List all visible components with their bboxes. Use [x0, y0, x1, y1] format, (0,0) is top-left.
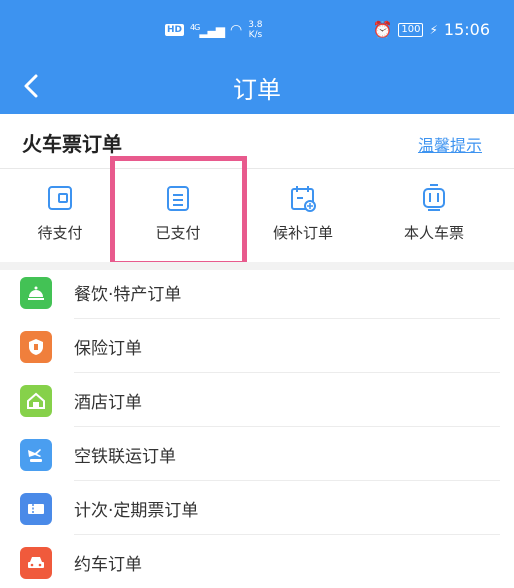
badge [20, 277, 52, 309]
list-item-periodic-ticket[interactable]: 计次·定期票订单 [0, 481, 514, 535]
tab-unpaid[interactable]: 待支付 [0, 170, 120, 260]
calendar-add-icon [291, 186, 316, 212]
car-icon [28, 557, 44, 568]
badge [20, 385, 52, 417]
badge [20, 547, 52, 579]
list-item-label: 酒店订单 [74, 393, 142, 413]
tab-label: 待支付 [37, 224, 83, 242]
clock-time: 15:06 [443, 20, 490, 39]
speed-value: 3.8 [248, 20, 263, 30]
status-bar: HD 4G▂▄▆ ◠ 3.8 K/s ⏰ 100 ⚡ 15:06 [0, 0, 514, 60]
list-item-hotel[interactable]: 酒店订单 [0, 373, 514, 427]
section-title: 火车票订单 [22, 132, 122, 156]
battery-level: 100 [398, 22, 424, 37]
food-cover-icon [28, 286, 44, 300]
charging-icon: ⚡ [429, 22, 438, 37]
tips-link[interactable]: 温馨提示 [418, 132, 482, 156]
tab-label: 候补订单 [272, 224, 333, 242]
list-item-label: 保险订单 [74, 339, 142, 359]
tab-label: 本人车票 [403, 224, 464, 242]
nav-bar: 订单 [0, 60, 514, 114]
tab-waitlist[interactable]: 候补订单 [243, 170, 363, 260]
list-item-food[interactable]: 餐饮·特产订单 [0, 265, 514, 319]
status-right: ⏰ 100 ⚡ 15:06 [372, 20, 490, 39]
badge [20, 439, 52, 471]
list-item-label: 约车订单 [74, 555, 142, 575]
shield-icon [29, 339, 43, 355]
list-item-label: 餐饮·特产订单 [74, 285, 182, 305]
train-icon [423, 184, 445, 211]
tab-my-tickets[interactable]: 本人车票 [374, 170, 494, 260]
train-orders-header: 火车票订单 温馨提示 [0, 114, 514, 169]
list-item-label: 计次·定期票订单 [74, 501, 199, 521]
list-item-label: 空铁联运订单 [74, 447, 176, 467]
hd-badge: HD [165, 24, 185, 36]
wallet-icon [48, 186, 72, 210]
signal-icon: 4G▂▄▆ [190, 22, 225, 38]
list-item-insurance[interactable]: 保险订单 [0, 319, 514, 373]
status-network: HD 4G▂▄▆ ◠ 3.8 K/s [165, 20, 263, 40]
network-speed: 3.8 K/s [248, 20, 262, 40]
order-tabs: 待支付 已支付 候补订单 本人车票 [0, 170, 514, 260]
hotel-icon [27, 392, 45, 409]
list-item-air-rail[interactable]: 空铁联运订单 [0, 427, 514, 481]
page-title: 订单 [233, 76, 281, 104]
highlight-box [110, 156, 247, 266]
plane-train-icon [28, 449, 42, 462]
badge [20, 493, 52, 525]
wifi-icon: ◠ [230, 22, 243, 38]
badge [20, 331, 52, 363]
speed-unit: K/s [248, 30, 263, 40]
alarm-icon: ⏰ [372, 20, 393, 39]
ticket-icon [28, 504, 44, 514]
list-item-ride[interactable]: 约车订单 [0, 535, 514, 588]
